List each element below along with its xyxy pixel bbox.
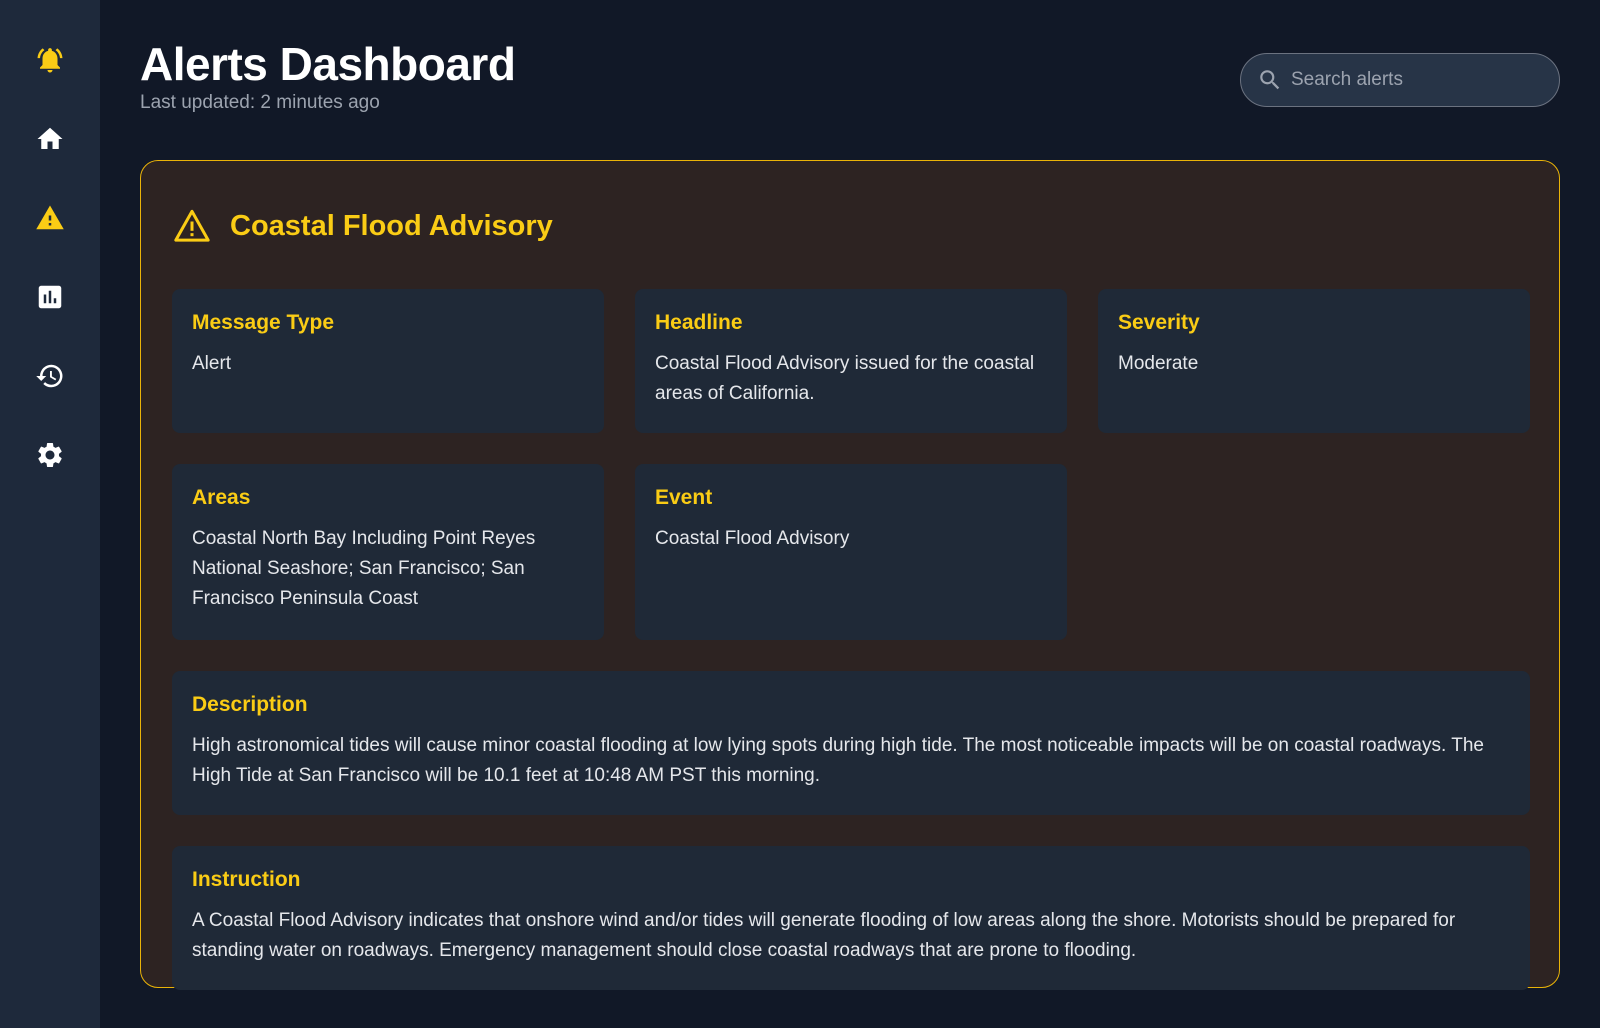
warning-icon (174, 209, 210, 242)
field-instruction: Instruction A Coastal Flood Advisory ind… (172, 846, 1530, 990)
sidebar-item-analytics[interactable] (28, 275, 72, 319)
warning-icon (36, 205, 64, 230)
history-icon (36, 364, 63, 388)
sidebar-item-notifications[interactable] (28, 38, 72, 82)
gear-icon (38, 443, 62, 467)
sidebar (0, 0, 100, 1028)
field-areas: Areas Coastal North Bay Including Point … (172, 464, 604, 640)
sidebar-item-home[interactable] (28, 117, 72, 161)
field-value: Coastal Flood Advisory issued for the co… (655, 353, 1035, 404)
sidebar-item-settings[interactable] (28, 433, 72, 477)
search-input[interactable] (1291, 69, 1541, 91)
alert-card: Coastal Flood Advisory Message Type Aler… (140, 160, 1560, 990)
search-icon (1260, 70, 1280, 90)
title-block: Alerts Dashboard Last updated: 2 minutes… (140, 36, 516, 114)
sidebar-item-warnings[interactable] (28, 196, 72, 240)
field-headline: Headline Coastal Flood Advisory issued f… (635, 289, 1067, 433)
alert-title: Coastal Flood Advisory (230, 209, 553, 242)
field-value: High astronomical tides will cause minor… (192, 735, 1484, 786)
field-label: Event (655, 486, 713, 509)
field-label: Areas (192, 486, 251, 509)
page-header: Alerts Dashboard Last updated: 2 minutes… (140, 36, 1560, 160)
field-description: Description High astronomical tides will… (172, 671, 1530, 815)
page-title: Alerts Dashboard (140, 38, 516, 90)
alert-fields-row-2: Areas Coastal North Bay Including Point … (172, 464, 1528, 640)
field-label: Severity (1118, 311, 1200, 334)
bell-ring-icon (37, 48, 63, 73)
field-value: Coastal Flood Advisory (655, 528, 850, 549)
field-label: Instruction (192, 868, 301, 891)
field-message-type: Message Type Alert (172, 289, 604, 433)
last-updated-text: Last updated: 2 minutes ago (140, 92, 380, 113)
main-content: Alerts Dashboard Last updated: 2 minutes… (100, 0, 1600, 1028)
field-value: Moderate (1118, 353, 1199, 374)
field-event: Event Coastal Flood Advisory (635, 464, 1067, 640)
field-label: Description (192, 693, 308, 716)
field-value: Coastal North Bay Including Point Reyes … (192, 528, 536, 609)
sidebar-item-history[interactable] (28, 354, 72, 398)
alert-fields-row-1: Message Type Alert Headline Coastal Floo… (172, 289, 1530, 433)
alert-header: Coastal Flood Advisory (172, 195, 1528, 257)
field-value: Alert (192, 353, 232, 374)
app: Alerts Dashboard Last updated: 2 minutes… (0, 0, 1600, 1028)
field-label: Message Type (192, 311, 335, 334)
bar-chart-icon (38, 285, 62, 309)
field-label: Headline (655, 311, 743, 334)
search-box[interactable] (1240, 53, 1560, 107)
field-severity: Severity Moderate (1098, 289, 1530, 433)
home-icon (37, 127, 63, 149)
field-value: A Coastal Flood Advisory indicates that … (192, 910, 1456, 961)
